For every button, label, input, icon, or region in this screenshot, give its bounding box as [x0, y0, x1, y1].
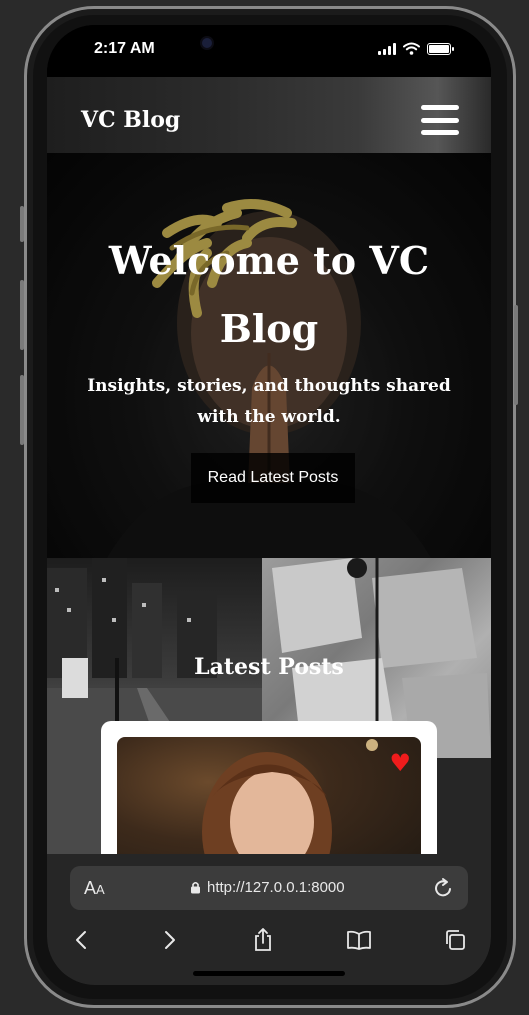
front-camera [200, 36, 214, 50]
site-brand[interactable]: VC Blog [81, 107, 180, 133]
dynamic-island [180, 25, 360, 63]
share-button[interactable] [247, 924, 279, 956]
lock-icon [191, 881, 200, 894]
phone-power-button [514, 305, 518, 405]
battery-icon [427, 42, 454, 55]
phone-silent-switch [20, 206, 24, 242]
url-display[interactable]: http://127.0.0.1:8000 [190, 879, 345, 896]
browser-toolbar: AA http://127.0.0.1:8000 [47, 854, 491, 985]
post-card[interactable]: ♥ [101, 721, 437, 858]
share-icon [255, 928, 271, 951]
phone-volume-up-button [20, 280, 24, 350]
post-thumbnail[interactable]: ♥ [117, 737, 421, 858]
hero-section: Welcome to VC Blog Insights, stories, an… [47, 153, 491, 558]
post-thumbnail-art [202, 739, 378, 858]
url-text: http://127.0.0.1:8000 [207, 879, 345, 896]
battery-level [429, 44, 449, 53]
home-indicator[interactable] [193, 971, 345, 976]
status-icons [378, 42, 454, 55]
latest-posts-section: Latest Posts ♥ [47, 558, 491, 858]
menu-icon[interactable] [421, 103, 459, 137]
bookmarks-button[interactable] [343, 924, 375, 956]
latest-posts-title: Latest Posts [194, 654, 344, 680]
status-time: 2:17 AM [94, 40, 155, 57]
tabs-button[interactable] [439, 924, 471, 956]
phone-volume-down-button [20, 375, 24, 445]
back-icon [76, 931, 86, 949]
browser-nav-row [47, 924, 491, 956]
phone-screen: 2:17 AM VC Blog Welcome to VC Blog Insig… [47, 25, 491, 985]
reload-icon[interactable] [434, 877, 454, 899]
hero-title: Welcome to VC Blog [108, 238, 430, 351]
status-bar: 2:17 AM [47, 25, 491, 77]
wifi-icon [403, 42, 420, 55]
address-bar[interactable]: AA http://127.0.0.1:8000 [70, 866, 468, 910]
read-latest-posts-button[interactable]: Read Latest Posts [191, 453, 355, 503]
site-navbar: VC Blog [47, 77, 491, 153]
back-button[interactable] [65, 924, 97, 956]
bookmarks-icon [347, 930, 371, 950]
tabs-icon [446, 930, 465, 950]
heart-icon[interactable]: ♥ [389, 751, 411, 775]
forward-button[interactable] [154, 924, 186, 956]
reader-text-size-button[interactable]: AA [84, 878, 105, 899]
signal-icon [378, 42, 396, 55]
hero-subtitle: Insights, stories, and thoughts shared w… [87, 376, 451, 427]
forward-icon [165, 931, 175, 949]
